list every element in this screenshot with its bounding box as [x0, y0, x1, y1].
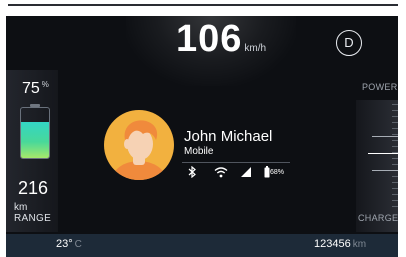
instrument-cluster: 106 km/h D 75% 216 km RANGE POWER CHARGE …	[6, 16, 398, 257]
temperature-unit: C	[74, 239, 82, 250]
avatar	[104, 110, 174, 180]
wifi-icon	[214, 167, 228, 178]
battery-level-fill	[21, 122, 49, 158]
battery-icon	[20, 107, 50, 159]
phone-status-row: 68%	[184, 166, 294, 180]
odometer-value: 123456	[314, 238, 351, 250]
contact-divider	[182, 162, 290, 163]
power-marker-lower	[372, 170, 398, 171]
range-value: 216	[18, 178, 49, 198]
top-divider	[8, 4, 398, 6]
power-label: POWER	[362, 82, 398, 92]
contact-subtitle: Mobile	[184, 146, 214, 157]
odometer-unit: km	[352, 239, 367, 250]
speed-value: 106	[176, 18, 243, 60]
power-marker-upper	[372, 136, 398, 137]
odometer: 123456 km	[314, 238, 366, 250]
contact-name: John Michael	[184, 128, 273, 145]
phone-battery-level: 68%	[270, 169, 285, 176]
charge-label: CHARGE	[358, 213, 398, 223]
battery-panel: 75% 216 km RANGE	[6, 70, 58, 232]
temperature-value: 23°	[56, 238, 73, 250]
speed-unit: km/h	[244, 43, 267, 54]
battery-percent: 75%	[22, 80, 49, 98]
battery-percent-symbol: %	[41, 80, 49, 89]
bluetooth-icon	[188, 166, 196, 178]
signal-icon	[241, 167, 251, 177]
speedometer: 106 km/h	[176, 19, 266, 59]
person-icon	[112, 120, 166, 180]
range-unit: km	[14, 202, 28, 213]
gear-indicator: D	[336, 30, 362, 56]
status-footer: 23° C 123456 km	[6, 234, 398, 257]
range-label: RANGE	[14, 213, 52, 224]
outside-temperature: 23° C	[56, 238, 82, 250]
battery-percent-value: 75	[22, 80, 40, 97]
power-marker-center	[368, 153, 398, 154]
power-meter-ticks	[392, 104, 398, 212]
